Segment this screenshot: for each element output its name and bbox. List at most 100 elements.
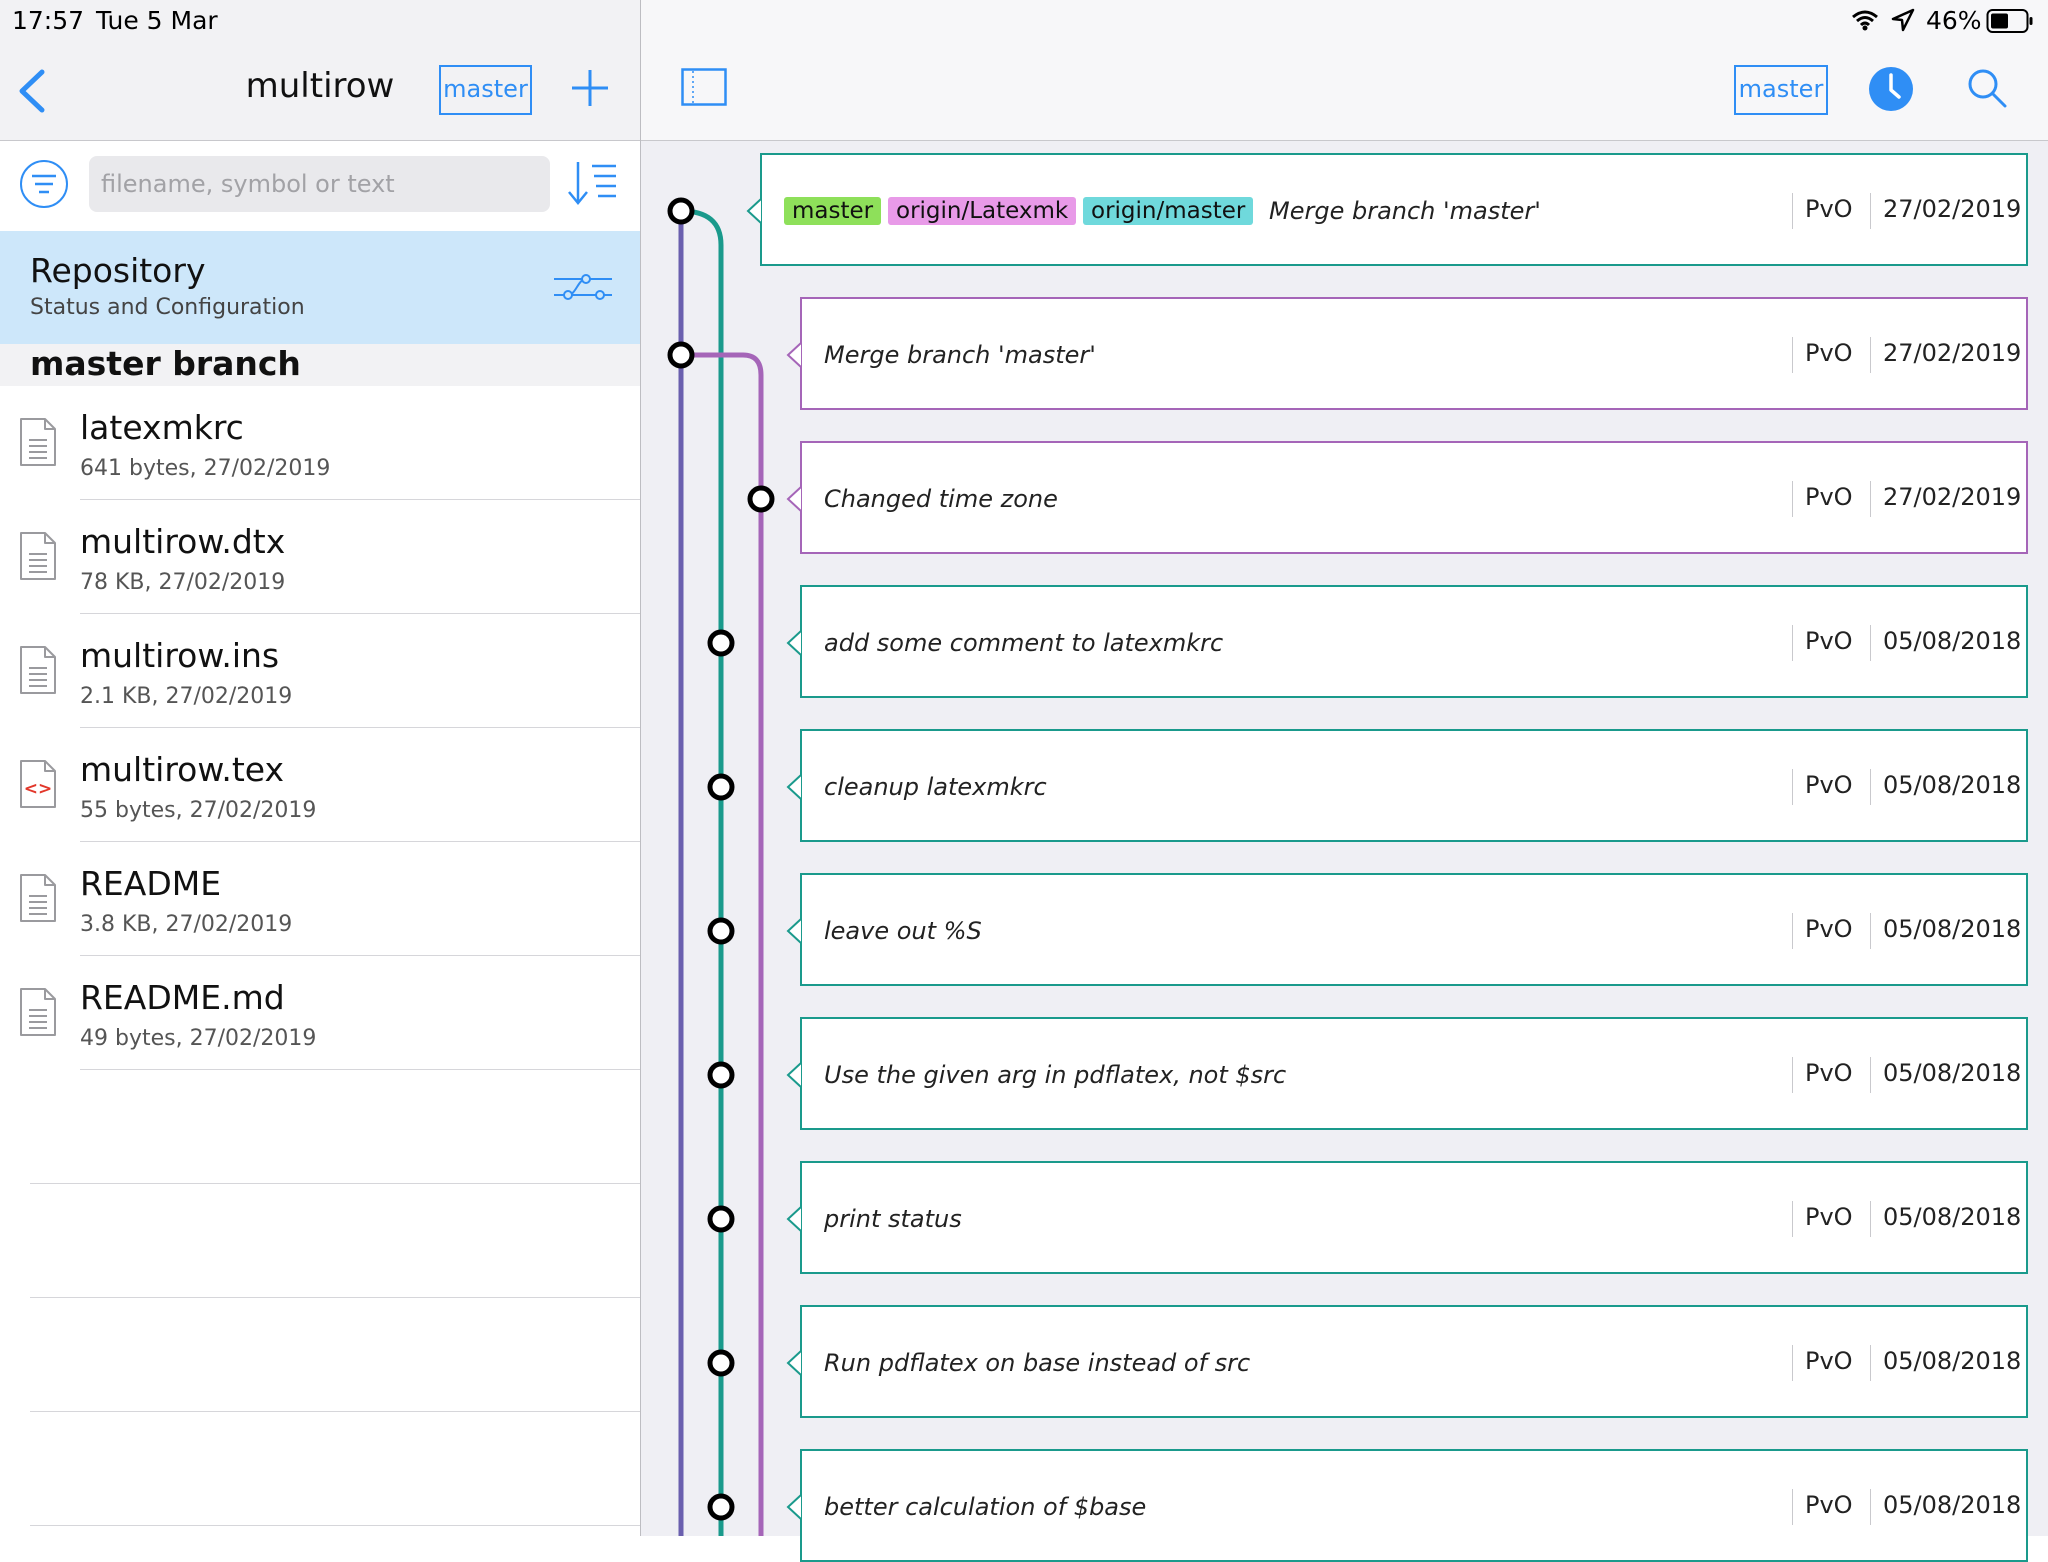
back-button[interactable] — [12, 66, 52, 116]
row-separator — [80, 1069, 640, 1070]
commit-node[interactable] — [707, 1493, 735, 1521]
text-file-icon — [20, 988, 56, 1036]
repository-status-row[interactable]: Repository Status and Configuration — [0, 231, 640, 344]
commit-card[interactable]: print status PvO 05/08/2018 — [800, 1161, 2028, 1274]
branch-tag: origin/Latexmk — [888, 197, 1077, 225]
commit-card[interactable]: cleanup latexmkrc PvO 05/08/2018 — [800, 729, 2028, 842]
commit-history-pane: 46% master master origin/Latexmk origin/ma… — [641, 0, 2048, 1562]
commit-node[interactable] — [747, 485, 775, 513]
commit-card[interactable]: add some comment to latexmkrc PvO 05/08/20… — [800, 585, 2028, 698]
commit-card[interactable]: better calculation of $base PvO 05/08/2018 — [800, 1449, 2028, 1562]
commit-author: PvO — [1792, 193, 1853, 229]
battery-percentage: 46% — [1926, 6, 1982, 35]
file-name: multirow.dtx — [80, 522, 286, 561]
search-button[interactable] — [1967, 68, 2007, 108]
file-row[interactable]: multirow.dtx 78 KB, 27/02/2019 — [0, 500, 640, 614]
commit-node[interactable] — [707, 1349, 735, 1377]
file-row[interactable]: README 3.8 KB, 27/02/2019 — [0, 842, 640, 956]
commit-card[interactable]: leave out %S PvO 05/08/2018 — [800, 873, 2028, 986]
graph-lane-teal — [680, 208, 724, 1536]
add-button[interactable] — [568, 66, 612, 110]
file-name: README.md — [80, 978, 285, 1017]
magnifier-icon — [1968, 69, 2007, 108]
filter-list-icon — [20, 160, 68, 208]
sidebar-icon — [681, 68, 727, 106]
commit-author: PvO — [1792, 769, 1853, 805]
commit-date: 05/08/2018 — [1870, 913, 2021, 949]
commit-date: 05/08/2018 — [1870, 1201, 2021, 1237]
search-input[interactable] — [89, 156, 550, 212]
commit-card[interactable]: Changed time zone PvO 27/02/2019 — [800, 441, 2028, 554]
commit-date: 27/02/2019 — [1870, 481, 2021, 517]
graph-lane-magenta — [681, 352, 764, 1536]
commit-card[interactable]: master origin/Latexmk origin/master Merge b… — [760, 153, 2028, 266]
file-row[interactable]: multirow.ins 2.1 KB, 27/02/2019 — [0, 614, 640, 728]
commit-card[interactable]: Run pdflatex on base instead of src PvO 05… — [800, 1305, 2028, 1418]
history-button[interactable] — [1868, 66, 1914, 112]
commit-message: Merge branch 'master' — [1269, 197, 1541, 225]
commit-author: PvO — [1792, 913, 1853, 949]
branch-selector-button[interactable]: master — [439, 65, 532, 115]
repository-title: multirow — [245, 66, 395, 106]
commit-date: 27/02/2019 — [1870, 337, 2021, 373]
battery-icon — [1986, 9, 2033, 33]
section-title: master branch — [30, 344, 301, 383]
commit-node[interactable] — [707, 917, 735, 945]
sort-button[interactable] — [566, 158, 620, 208]
commit-date: 05/08/2018 — [1870, 625, 2021, 661]
repository-row-subtitle: Status and Configuration — [30, 295, 305, 320]
file-row[interactable]: README.md 49 bytes, 27/02/2019 — [0, 956, 640, 1070]
commit-node[interactable] — [707, 1205, 735, 1233]
text-file-icon — [20, 646, 56, 694]
commit-message: Changed time zone — [824, 485, 1058, 513]
commit-node[interactable] — [707, 629, 735, 657]
empty-row-separator — [30, 1297, 640, 1298]
commit-author: PvO — [1792, 1489, 1853, 1525]
status-date: Tue 5 Mar — [96, 6, 218, 35]
toggle-sidebar-button[interactable] — [681, 68, 727, 106]
file-row[interactable]: <> multirow.tex 55 bytes, 27/02/2019 — [0, 728, 640, 842]
filter-button[interactable] — [19, 159, 69, 209]
commit-node[interactable] — [707, 773, 735, 801]
commit-message: Use the given arg in pdflatex, not $src — [824, 1061, 1287, 1089]
file-row[interactable]: latexmkrc 641 bytes, 27/02/2019 — [0, 386, 640, 500]
status-time: 17:57 — [12, 6, 85, 35]
empty-row-separator — [30, 1525, 640, 1526]
chevron-left-icon — [19, 69, 45, 113]
commit-message: leave out %S — [824, 917, 982, 945]
commit-card[interactable]: Merge branch 'master' PvO 27/02/2019 — [800, 297, 2028, 410]
text-file-icon — [20, 418, 56, 466]
commit-message: add some comment to latexmkrc — [824, 629, 1224, 657]
branch-section-header: master branch — [0, 344, 640, 386]
commit-node[interactable] — [667, 341, 695, 369]
commit-message: Run pdflatex on base instead of src — [824, 1349, 1251, 1377]
commit-node[interactable] — [707, 1061, 735, 1089]
clock-icon — [1869, 67, 1913, 111]
file-meta: 55 bytes, 27/02/2019 — [80, 798, 317, 823]
commit-card[interactable]: Use the given arg in pdflatex, not $src P… — [800, 1017, 2028, 1130]
text-file-icon — [20, 532, 56, 580]
text-file-icon — [20, 874, 56, 922]
file-meta: 49 bytes, 27/02/2019 — [80, 1026, 317, 1051]
commit-author: PvO — [1792, 1201, 1853, 1237]
commit-date: 05/08/2018 — [1870, 1345, 2021, 1381]
wifi-icon — [1852, 10, 1878, 31]
commit-date: 27/02/2019 — [1870, 193, 2021, 229]
branch-config-icon — [554, 274, 612, 300]
commit-date: 05/08/2018 — [1870, 1489, 2021, 1525]
branch-selector-button-right[interactable]: master — [1734, 65, 1828, 115]
file-browser-pane: 17:57 Tue 5 Mar multirow master filename… — [0, 0, 640, 1536]
repository-row-title: Repository — [30, 251, 206, 290]
commit-author: PvO — [1792, 337, 1853, 373]
file-name: latexmkrc — [80, 408, 244, 447]
file-meta: 78 KB, 27/02/2019 — [80, 570, 286, 595]
commit-author: PvO — [1792, 1057, 1853, 1093]
commit-node[interactable] — [667, 197, 695, 225]
file-meta: 2.1 KB, 27/02/2019 — [80, 684, 293, 709]
file-name: multirow.tex — [80, 750, 285, 789]
right-navigation-bar: 46% master — [641, 0, 2048, 141]
branch-tag: master — [784, 197, 882, 225]
left-navigation-bar: 17:57 Tue 5 Mar multirow master — [0, 0, 640, 141]
commit-message: Merge branch 'master' — [824, 341, 1096, 369]
commit-message: better calculation of $base — [824, 1493, 1147, 1521]
